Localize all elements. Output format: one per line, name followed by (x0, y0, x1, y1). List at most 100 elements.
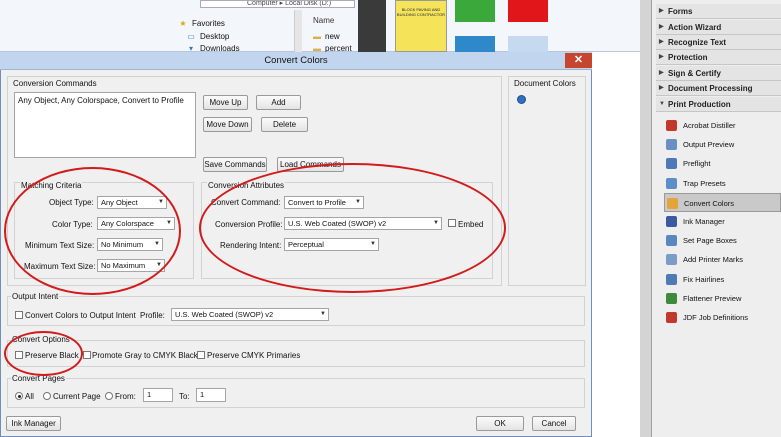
commands-list-item[interactable]: Any Object, Any Colorspace, Convert to P… (18, 96, 184, 105)
section-sign-certify[interactable]: ▶ Sign & Certify (656, 66, 781, 81)
explorer-address-bar[interactable]: Computer ▸ Local Disk (D:) (200, 0, 355, 8)
cancel-button[interactable]: Cancel (532, 416, 576, 431)
tool-item-label: Ink Manager (683, 217, 725, 226)
tool-item-convert-colors[interactable]: Convert Colors (664, 192, 781, 212)
chevron-down-icon: ▼ (355, 199, 361, 205)
tool-item-label: Preflight (683, 159, 711, 169)
convert-to-output-intent-label: Convert Colors to Output Intent (25, 311, 136, 320)
section-print-production[interactable]: ▼ Print Production (656, 97, 781, 112)
commands-list[interactable]: Any Object, Any Colorspace, Convert to P… (14, 92, 196, 158)
trap-presets-icon (666, 177, 677, 189)
tool-item-output-preview[interactable]: Output Preview (664, 135, 781, 154)
max-text-size-select[interactable]: No Maximum ▼ (97, 259, 165, 272)
chevron-down-icon: ▼ (166, 220, 172, 226)
color-swatch[interactable] (508, 0, 548, 22)
save-commands-button[interactable]: Save Commands (203, 157, 267, 172)
folder-icon: ▬ (313, 32, 321, 41)
color-swatch[interactable] (508, 36, 548, 52)
conversion-attributes-label: Conversion Attributes (207, 181, 286, 190)
ink-manager-icon (666, 216, 677, 227)
nav-favorites[interactable]: ★ Favorites (178, 19, 225, 28)
collapse-arrow-icon: ▼ (659, 101, 665, 107)
color-type-select[interactable]: Any Colorspace ▼ (97, 217, 175, 230)
section-action-wizard[interactable]: ▶ Action Wizard (656, 20, 781, 35)
section-recognize-text[interactable]: ▶ Recognize Text (656, 35, 781, 50)
section-document-processing[interactable]: ▶ Document Processing (656, 81, 781, 96)
convert-colors-icon (667, 197, 678, 209)
embed-checkbox[interactable] (448, 219, 456, 227)
tool-item-jdf-job-definitions[interactable]: JDF Job Definitions (664, 308, 781, 327)
chevron-down-icon: ▼ (154, 241, 160, 247)
jdf-icon (666, 312, 677, 323)
conversion-profile-select[interactable]: U.S. Web Coated (SWOP) v2 ▼ (284, 217, 442, 230)
tool-item-add-printer-marks[interactable]: Add Printer Marks (664, 250, 781, 269)
object-type-label: Object Type: (49, 198, 94, 207)
color-swatch[interactable] (455, 36, 495, 52)
document-colors-group (508, 76, 586, 286)
distiller-icon (666, 120, 677, 131)
preserve-cmyk-checkbox[interactable] (197, 351, 205, 359)
section-protection[interactable]: ▶ Protection (656, 50, 781, 65)
preserve-cmyk-label: Preserve CMYK Primaries (207, 351, 301, 360)
embed-label: Embed (458, 220, 484, 229)
expand-arrow-icon: ▶ (659, 54, 664, 60)
document-color-swatch[interactable] (517, 95, 526, 104)
color-swatch[interactable] (455, 0, 495, 22)
ok-button[interactable]: OK (476, 416, 524, 431)
preserve-black-checkbox[interactable] (15, 351, 23, 359)
matching-criteria-label: Matching Criteria (20, 181, 83, 190)
pages-range-radio[interactable] (105, 392, 113, 400)
ink-manager-button[interactable]: Ink Manager (6, 416, 61, 431)
move-up-button[interactable]: Move Up (203, 95, 248, 110)
explorer-scrollbar[interactable] (294, 10, 302, 52)
color-type-label: Color Type: (52, 220, 93, 229)
promote-gray-label: Promote Gray to CMYK Black (92, 351, 198, 360)
pages-to-label: To: (179, 392, 190, 401)
tool-item-label: Set Page Boxes (683, 236, 737, 246)
tool-item-acrobat-distiller[interactable]: Acrobat Distiller (664, 116, 781, 135)
from-page-input[interactable]: 1 (143, 388, 173, 402)
folder-row[interactable]: ▬ new (313, 32, 340, 41)
tool-item-preflight[interactable]: Preflight (664, 154, 781, 173)
promote-gray-checkbox[interactable] (83, 351, 91, 359)
tool-item-ink-manager[interactable]: Ink Manager (664, 212, 781, 231)
move-down-button[interactable]: Move Down (203, 117, 252, 132)
delete-button[interactable]: Delete (261, 117, 308, 132)
load-commands-button[interactable]: Load Commands (277, 157, 344, 172)
panel-divider[interactable] (640, 0, 651, 437)
to-page-input[interactable]: 1 (196, 388, 226, 402)
tool-item-trap-presets[interactable]: Trap Presets (664, 174, 781, 193)
section-forms[interactable]: ▶ Forms (656, 4, 781, 19)
add-button[interactable]: Add (256, 95, 301, 110)
tool-item-label: Acrobat Distiller (683, 121, 736, 130)
pages-all-radio[interactable] (15, 392, 23, 400)
rendering-intent-select[interactable]: Perceptual ▼ (284, 238, 379, 251)
flattener-icon (666, 292, 677, 304)
tool-item-set-page-boxes[interactable]: Set Page Boxes (664, 231, 781, 250)
dialog-title[interactable]: Convert Colors (0, 52, 592, 70)
convert-command-select[interactable]: Convert to Profile ▼ (284, 196, 364, 209)
printer-marks-icon (666, 254, 677, 266)
chevron-down-icon: ▼ (156, 262, 162, 268)
desktop-icon: ▭ (187, 32, 195, 41)
conversion-commands-label: Conversion Commands (13, 79, 97, 88)
convert-to-output-intent-checkbox[interactable] (15, 311, 23, 319)
nav-desktop[interactable]: ▭ Desktop (186, 32, 229, 41)
pages-current-radio[interactable] (43, 392, 51, 400)
tool-item-fix-hairlines[interactable]: Fix Hairlines (664, 270, 781, 289)
attachment-pane (358, 0, 386, 52)
expand-arrow-icon: ▶ (659, 24, 664, 30)
tool-item-flattener-preview[interactable]: Flattener Preview (664, 289, 781, 308)
expand-arrow-icon: ▶ (659, 8, 664, 14)
pages-all-label: All (25, 392, 34, 401)
close-button[interactable]: ✕ (565, 53, 592, 68)
expand-arrow-icon: ▶ (659, 39, 664, 45)
name-column-header[interactable]: Name (313, 16, 334, 25)
document-thumbnail[interactable]: BLOCK PAVING AND BUILDING CONTRACTOR (395, 0, 447, 52)
min-text-size-select[interactable]: No Minimum ▼ (97, 238, 163, 251)
output-intent-label: Output Intent (11, 292, 60, 301)
fix-hairlines-icon (666, 273, 677, 285)
close-icon: ✕ (573, 54, 584, 66)
object-type-select[interactable]: Any Object ▼ (97, 196, 167, 209)
output-profile-select[interactable]: U.S. Web Coated (SWOP) v2 ▼ (171, 308, 329, 321)
